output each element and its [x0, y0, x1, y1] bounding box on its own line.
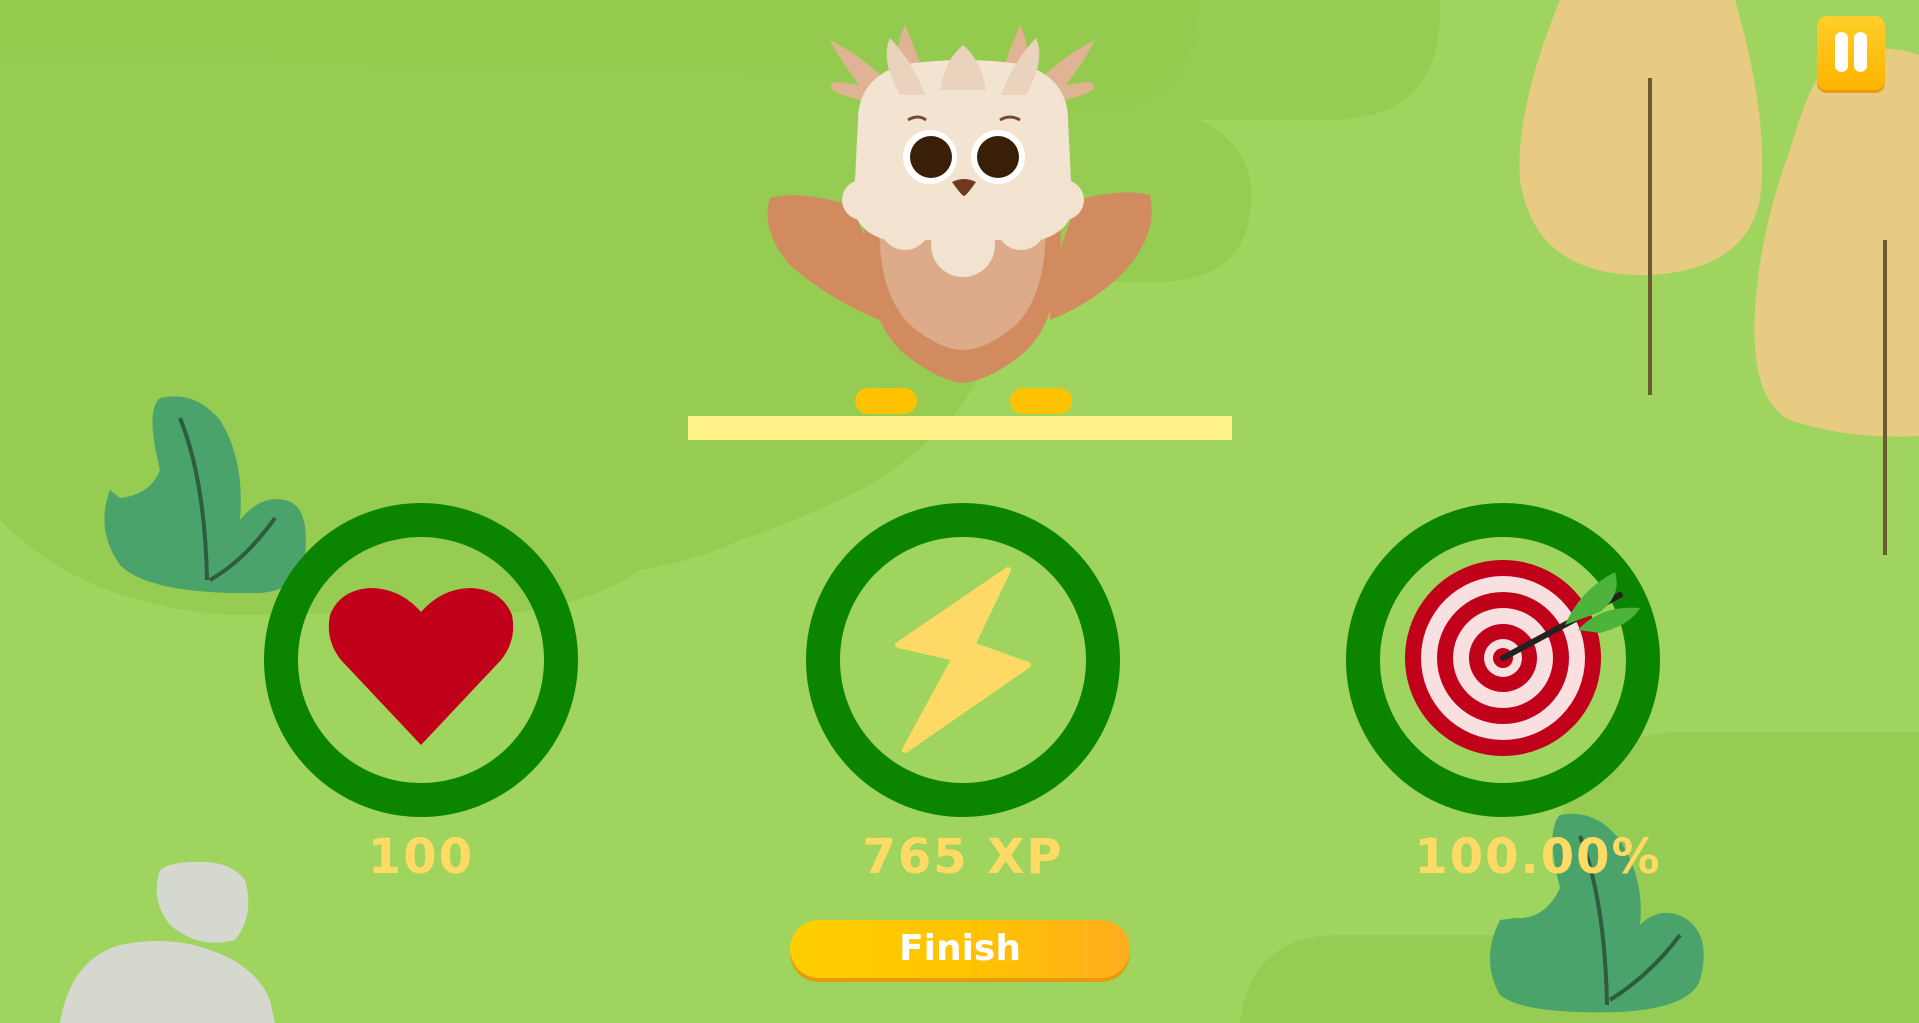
heart-icon — [328, 588, 514, 745]
xp-stat-badge — [806, 503, 1120, 817]
lightning-bolt-icon — [895, 567, 1031, 753]
game-stage: 100 765 XP 100.00% Finish — [0, 0, 1919, 1023]
accuracy-stat-badge — [1346, 503, 1660, 817]
accuracy-value: 100.00% — [1414, 829, 1662, 885]
pause-icon — [1854, 32, 1867, 72]
lives-value: 100 — [367, 829, 475, 885]
target-with-arrow-icon — [1405, 560, 1640, 756]
pause-icon — [1835, 32, 1848, 72]
lives-stat-badge — [264, 503, 578, 817]
finish-button[interactable]: Finish — [790, 920, 1130, 978]
xp-value: 765 XP — [862, 829, 1064, 885]
pause-button[interactable] — [1817, 16, 1885, 90]
